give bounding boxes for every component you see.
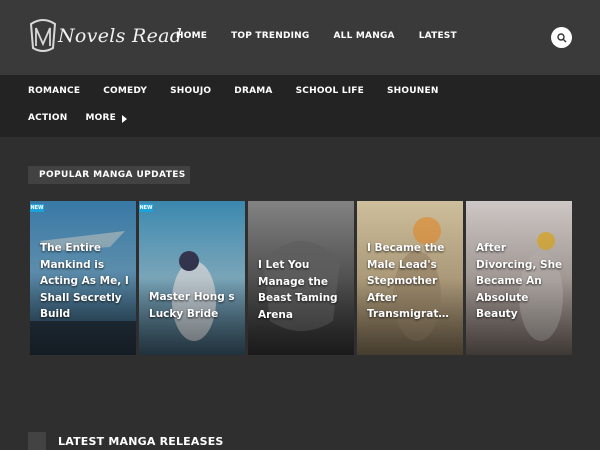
- more-genres-button[interactable]: MORE: [85, 113, 127, 124]
- manga-title: I Became the Male Lead's Stepmother Afte…: [367, 242, 449, 320]
- popular-heading: POPULAR MANGA UPDATES: [28, 166, 190, 184]
- latest-heading: LATEST MANGA RELEASES: [58, 434, 224, 448]
- logo-mark-icon: [29, 19, 57, 52]
- manga-card[interactable]: I Let You Manage the Beast Taming Arena: [248, 201, 354, 355]
- genre-shoujo[interactable]: SHOUJO: [170, 86, 211, 97]
- site-logo[interactable]: Novels Read: [28, 18, 182, 54]
- manga-card[interactable]: NEW Master Hong s Lucky Bride: [139, 201, 245, 355]
- genre-drama[interactable]: DRAMA: [234, 86, 272, 97]
- nav-top-trending[interactable]: TOP TRENDING: [231, 31, 309, 41]
- genre-comedy[interactable]: COMEDY: [103, 86, 147, 97]
- latest-section-heading: LATEST MANGA RELEASES: [28, 432, 224, 450]
- manga-card[interactable]: I Became the Male Lead's Stepmother Afte…: [357, 201, 463, 355]
- search-button[interactable]: [551, 27, 572, 48]
- genre-school-life[interactable]: SCHOOL LIFE: [296, 86, 364, 97]
- manga-title: The Entire Mankind is Acting As Me, I Sh…: [40, 242, 129, 320]
- new-badge: NEW: [30, 204, 44, 212]
- heading-marker: [28, 432, 46, 450]
- site-header: Novels Read HOME TOP TRENDING ALL MANGA …: [0, 0, 600, 75]
- logo-text: Novels Read: [58, 25, 183, 47]
- manga-card[interactable]: After Divorcing, She Became An Absolute …: [466, 201, 572, 355]
- manga-title: Master Hong s Lucky Bride: [149, 291, 235, 320]
- caret-right-icon: [121, 114, 127, 123]
- nav-home[interactable]: HOME: [176, 31, 207, 41]
- nav-all-manga[interactable]: ALL MANGA: [334, 31, 395, 41]
- manga-card[interactable]: NEW The Entire Mankind is Acting As Me, …: [30, 201, 136, 355]
- new-badge: NEW: [139, 204, 153, 212]
- genre-nav: ROMANCE COMEDY SHOUJO DRAMA SCHOOL LIFE …: [0, 75, 600, 137]
- manga-title: After Divorcing, She Became An Absolute …: [476, 242, 563, 320]
- cover-shade: [139, 201, 245, 355]
- nav-latest[interactable]: LATEST: [419, 31, 457, 41]
- manga-title: I Let You Manage the Beast Taming Arena: [258, 259, 338, 321]
- search-icon: [556, 32, 566, 42]
- more-label: MORE: [85, 113, 116, 123]
- main-nav: HOME TOP TRENDING ALL MANGA LATEST: [176, 31, 481, 41]
- genre-action[interactable]: ACTION: [28, 113, 67, 124]
- genre-romance[interactable]: ROMANCE: [28, 86, 80, 97]
- genre-shounen[interactable]: SHOUNEN: [387, 86, 439, 97]
